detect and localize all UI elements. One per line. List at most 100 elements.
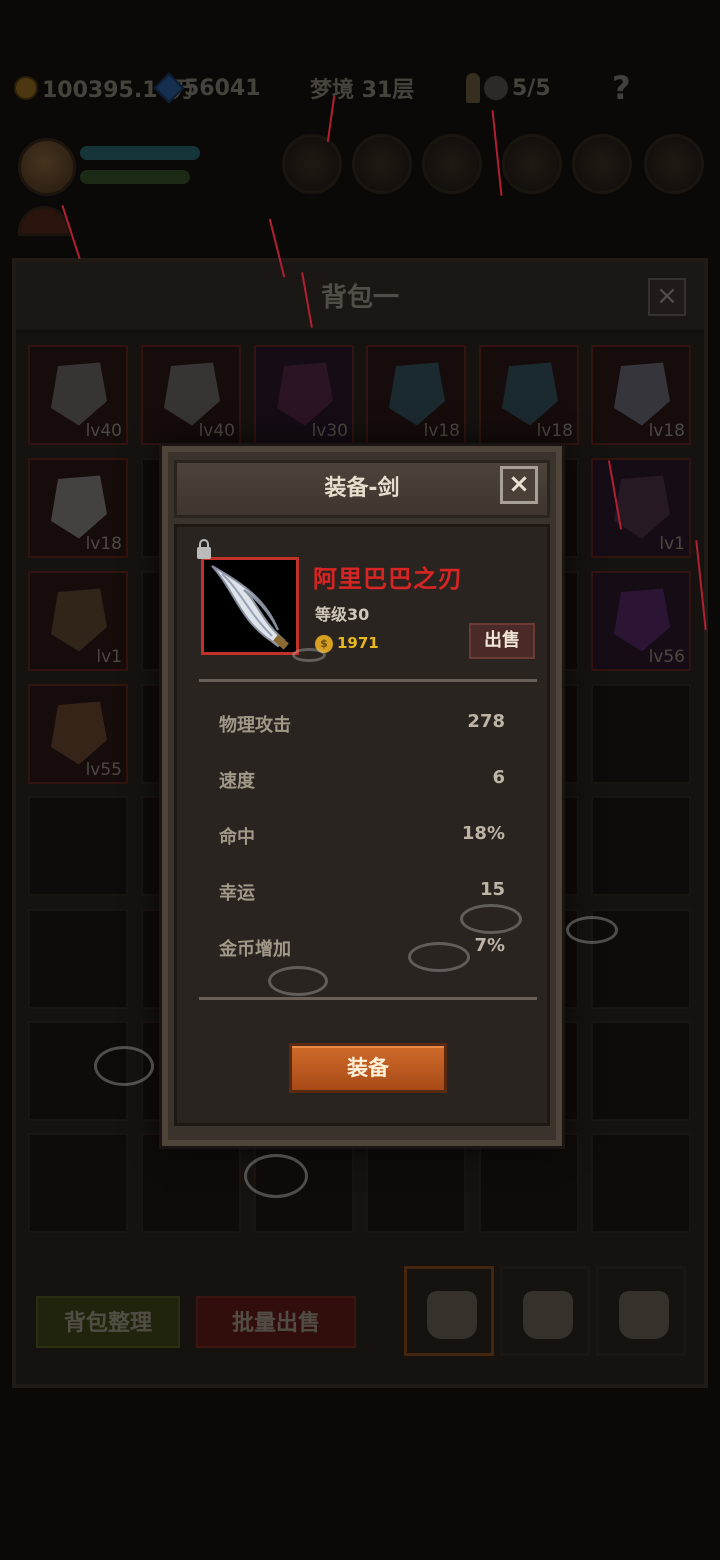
stage-label: 梦境 31层 (310, 78, 415, 103)
armor-icon (277, 362, 333, 426)
shield-icon (51, 588, 107, 652)
inventory-slot[interactable]: lv1 (28, 571, 128, 671)
key-value: 5/5 (512, 75, 551, 101)
inventory-slot[interactable]: lv18 (366, 345, 466, 445)
empty-inventory-slot[interactable] (28, 909, 128, 1009)
scythe-icon (614, 362, 670, 426)
skill-pumpkin-icon[interactable] (282, 134, 342, 194)
skull-icon (484, 76, 508, 100)
item-level-label: lv55 (85, 760, 122, 780)
bag-icon (427, 1291, 477, 1339)
bag-icon (523, 1291, 573, 1339)
empty-inventory-slot[interactable] (591, 796, 691, 896)
game-screen: 100395.10万 56041 梦境 31层 5/5 ? 背包一 × lv40… (0, 0, 720, 1560)
inventory-slot[interactable]: lv40 (141, 345, 241, 445)
inventory-title: 背包一 (320, 283, 399, 313)
swirl-effect (94, 1046, 154, 1086)
inventory-slot[interactable]: lv1 (591, 458, 691, 558)
inventory-slot[interactable]: lv18 (591, 345, 691, 445)
dagger-icon (51, 475, 107, 539)
bag-tab-3[interactable] (596, 1266, 686, 1356)
bag-tab-1[interactable] (404, 1266, 494, 1356)
empty-inventory-slot[interactable] (591, 1021, 691, 1121)
item-name: 阿里巴巴之刃 (313, 565, 463, 593)
skill-scroll-icon[interactable] (422, 134, 482, 194)
empty-inventory-slot[interactable] (366, 1133, 466, 1233)
empty-inventory-slot[interactable] (479, 1133, 579, 1233)
empty-inventory-slot[interactable] (28, 796, 128, 896)
dialog-header: 装备-剑 (174, 460, 550, 518)
dialog-body: 阿里巴巴之刃 等级30 $ 1971 出售 物理攻击 278 速度 6 命中 1… (174, 524, 550, 1126)
stat-row: 物理攻击 278 (219, 711, 505, 741)
equipment-dialog: 装备-剑 × 阿里巴巴之刃 等级30 $ 1971 出售 物理攻击 278 速度… (162, 446, 562, 1146)
item-portrait (201, 557, 299, 655)
item-level-label: lv40 (85, 421, 122, 441)
item-price: 1971 (337, 634, 379, 652)
help-icon[interactable]: ? (612, 69, 631, 107)
sell-button[interactable]: 出售 (469, 623, 535, 659)
stat-value: 6 (492, 767, 505, 788)
skill-extra-icon[interactable] (644, 134, 704, 194)
swirl-effect (460, 904, 522, 934)
inventory-close-icon[interactable]: × (648, 278, 686, 316)
item-level-label: lv1 (659, 534, 685, 554)
stat-label: 物理攻击 (219, 715, 291, 736)
dialog-title: 装备-剑 (324, 476, 400, 501)
key-counter[interactable]: 5/5 (466, 70, 551, 106)
lock-icon[interactable] (197, 539, 211, 559)
swirl-effect (244, 1154, 308, 1198)
stat-value: 18% (461, 823, 505, 844)
item-level-label: lv18 (85, 534, 122, 554)
swirl-effect (292, 648, 326, 662)
axe-icon (502, 362, 558, 426)
gold-coin-icon (14, 76, 38, 100)
swirl-effect (268, 966, 328, 996)
stat-row: 速度 6 (219, 767, 505, 797)
stat-label: 幸运 (219, 883, 255, 904)
dialog-close-icon[interactable]: × (500, 466, 538, 504)
hero-avatar[interactable] (18, 138, 76, 196)
sword-icon (211, 565, 289, 650)
sort-bag-button[interactable]: 背包整理 (36, 1296, 180, 1348)
item-level-label: lv18 (648, 421, 685, 441)
gem-counter: 56041 (153, 70, 261, 106)
divider-top (199, 679, 537, 682)
empty-inventory-slot[interactable] (28, 1133, 128, 1233)
skill-clock-icon[interactable] (572, 134, 632, 194)
item-level-label: lv18 (423, 421, 460, 441)
divider-bottom (199, 997, 537, 1000)
item-level-label: lv56 (648, 647, 685, 667)
stat-label: 速度 (219, 771, 255, 792)
top-bar: 100395.10万 56041 梦境 31层 5/5 ? (0, 60, 720, 116)
stat-row: 幸运 15 (219, 879, 505, 909)
skill-key-icon[interactable] (502, 134, 562, 194)
gem-value: 56041 (184, 75, 261, 101)
bag-tab-2[interactable] (500, 1266, 590, 1356)
equip-button[interactable]: 装备 (289, 1043, 447, 1093)
gem-icon (153, 72, 185, 104)
empty-inventory-slot[interactable] (141, 1133, 241, 1233)
stat-value: 278 (467, 711, 505, 732)
bulk-sell-button[interactable]: 批量出售 (196, 1296, 356, 1348)
empty-inventory-slot[interactable] (591, 684, 691, 784)
cleaver-icon (164, 362, 220, 426)
axe-icon (389, 362, 445, 426)
skill-feather-icon[interactable] (352, 134, 412, 194)
inventory-slot[interactable]: lv40 (28, 345, 128, 445)
hp-bar (80, 146, 200, 160)
item-level-label: lv1 (96, 647, 122, 667)
ring-icon (51, 701, 107, 765)
inventory-slot[interactable]: lv55 (28, 684, 128, 784)
bag-icon (619, 1291, 669, 1339)
inventory-slot[interactable]: lv30 (254, 345, 354, 445)
swirl-effect (566, 916, 618, 944)
cleaver-icon (51, 362, 107, 426)
swirl-effect (408, 942, 470, 972)
inventory-slot[interactable]: lv56 (591, 571, 691, 671)
stat-label: 命中 (219, 827, 255, 848)
inventory-slot[interactable]: lv18 (28, 458, 128, 558)
bow-icon (614, 588, 670, 652)
inventory-slot[interactable]: lv18 (479, 345, 579, 445)
item-level-label: lv30 (311, 421, 348, 441)
empty-inventory-slot[interactable] (591, 1133, 691, 1233)
